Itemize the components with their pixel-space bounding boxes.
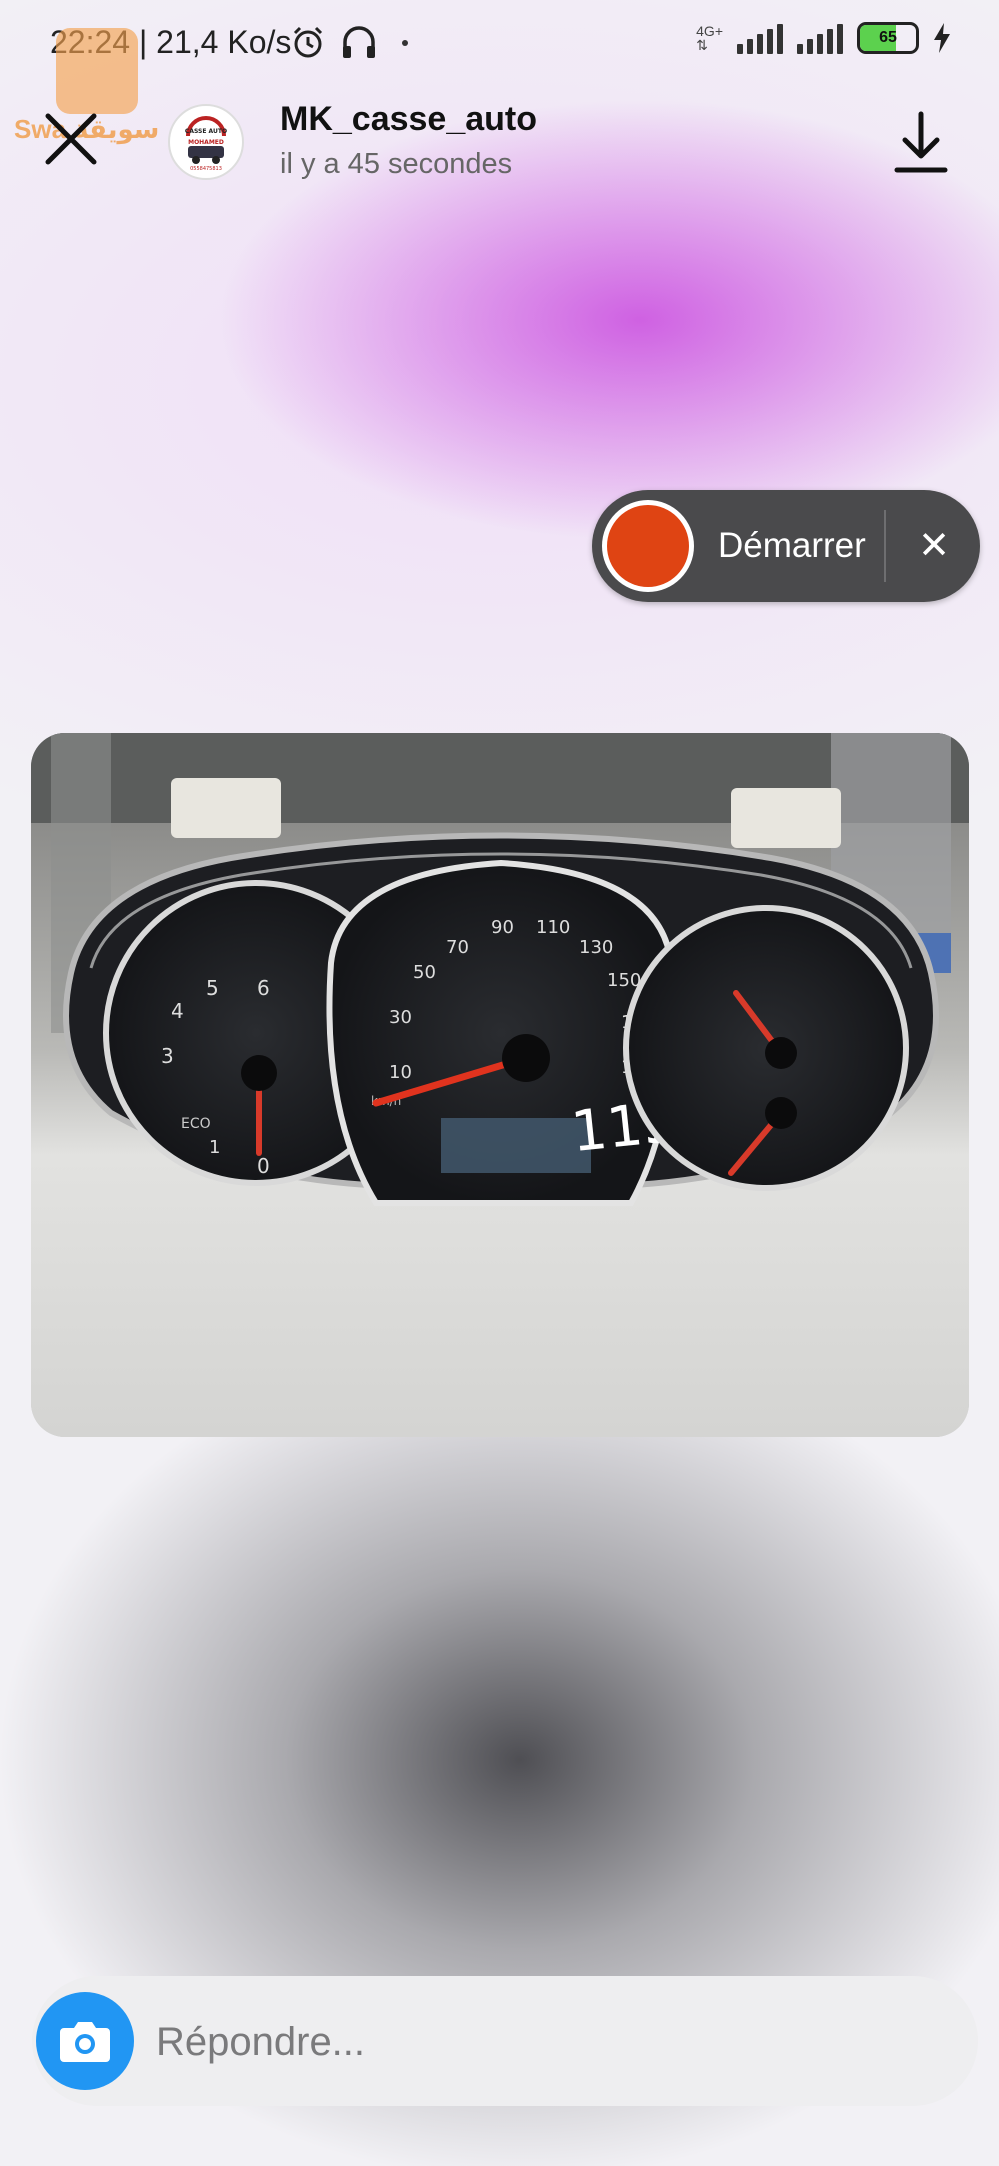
dot-icon (402, 40, 408, 46)
story-photo[interactable]: 3 4 5 6 1 0 ECO 10 30 50 70 90 110 130 1… (31, 733, 969, 1437)
avatar[interactable]: CASSE AUTO MOHAMED 0558475813 (168, 104, 244, 180)
svg-text:5: 5 (206, 976, 219, 1000)
alarm-icon (293, 26, 323, 58)
svg-text:90: 90 (491, 917, 514, 938)
status-time: 22:24 | 21,4 Ko/s (50, 24, 292, 60)
record-button[interactable] (602, 500, 694, 592)
headset-icon (343, 26, 375, 58)
camera-icon (60, 2022, 110, 2062)
svg-text:3: 3 (161, 1044, 174, 1068)
post-timestamp: il y a 45 secondes (280, 148, 513, 180)
record-start-label[interactable]: Démarrer (718, 526, 866, 566)
svg-text:70: 70 (446, 937, 469, 958)
screen-recorder-widget: Démarrer ✕ (592, 490, 980, 602)
charging-icon (934, 23, 950, 53)
svg-text:0: 0 (257, 1154, 270, 1178)
avatar-logo: CASSE AUTO MOHAMED 0558475813 (172, 108, 240, 176)
battery-icon: 65 (857, 22, 919, 54)
reply-bar (32, 1976, 978, 2106)
status-bar: 22:24 | 21,4 Ko/s 4G+ ⇅ 65 (0, 0, 999, 88)
recorder-close-button[interactable]: ✕ (904, 516, 964, 576)
recorder-divider (884, 510, 886, 582)
status-icons: 4G+ ⇅ 65 (696, 22, 951, 54)
svg-text:1: 1 (209, 1137, 220, 1158)
svg-text:MOHAMED: MOHAMED (188, 139, 224, 146)
svg-text:0558475813: 0558475813 (190, 166, 222, 172)
reply-input[interactable] (154, 2008, 938, 2076)
svg-text:150: 150 (607, 970, 641, 991)
instrument-cluster-photo: 3 4 5 6 1 0 ECO 10 30 50 70 90 110 130 1… (31, 733, 969, 1437)
download-icon[interactable] (891, 108, 951, 178)
close-icon[interactable] (36, 104, 106, 174)
svg-text:30: 30 (389, 1007, 412, 1028)
signal-icon (737, 22, 783, 54)
svg-text:130: 130 (579, 937, 613, 958)
svg-text:CASSE AUTO: CASSE AUTO (185, 128, 227, 135)
svg-text:110: 110 (536, 917, 570, 938)
svg-text:10: 10 (389, 1062, 412, 1083)
camera-button[interactable] (36, 1992, 134, 2090)
network-type: 4G+ ⇅ (696, 23, 723, 53)
signal-icon (797, 22, 843, 54)
svg-text:4: 4 (171, 999, 184, 1023)
svg-text:50: 50 (413, 962, 436, 983)
svg-text:ECO: ECO (181, 1116, 211, 1132)
username[interactable]: MK_casse_auto (280, 100, 537, 139)
svg-text:6: 6 (257, 976, 270, 1000)
